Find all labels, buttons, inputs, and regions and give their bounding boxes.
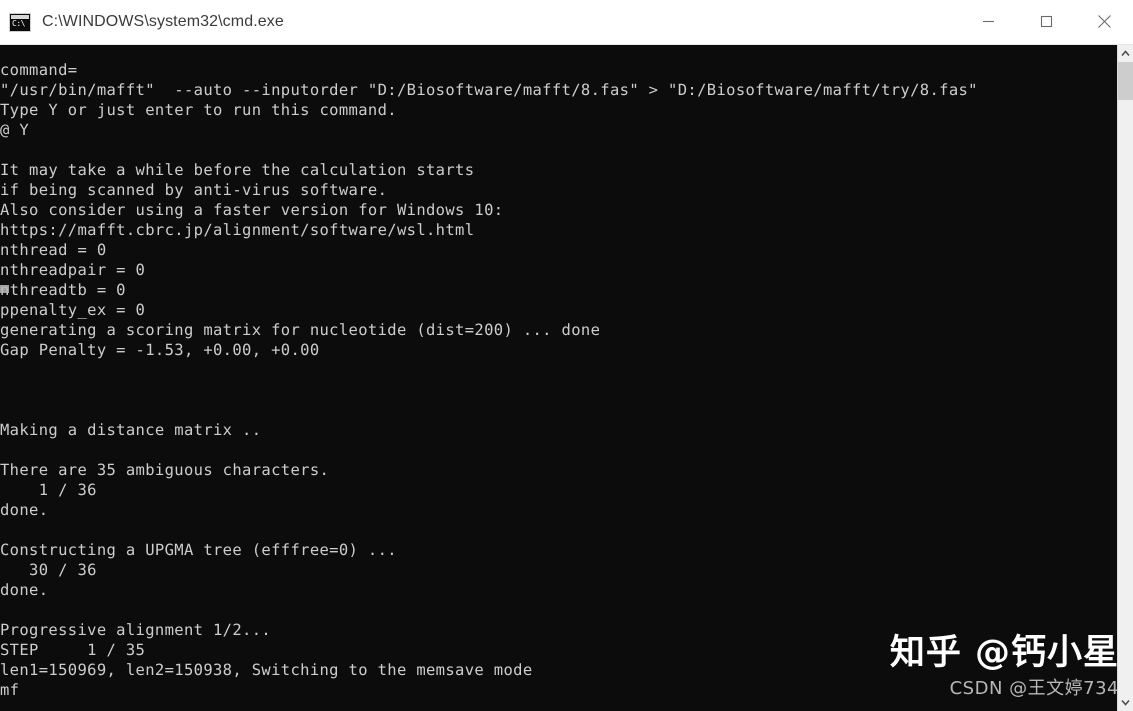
console-text: command= "/usr/bin/mafft" --auto --input… xyxy=(0,61,978,699)
cmd-window: C:\ C:\WINDOWS\system32\cmd.exe command=… xyxy=(0,0,1133,711)
scroll-down-button[interactable] xyxy=(1118,694,1133,711)
close-icon xyxy=(1097,15,1111,28)
text-cursor xyxy=(0,285,9,293)
window-title: C:\WINDOWS\system32\cmd.exe xyxy=(42,13,284,30)
cmd-icon-prompt-glyph: C:\ xyxy=(12,18,25,28)
scroll-thumb[interactable] xyxy=(1118,62,1133,100)
zhihu-watermark: 知乎 @钙小星 xyxy=(889,633,1119,673)
minimize-button[interactable] xyxy=(959,0,1017,44)
close-button[interactable] xyxy=(1075,0,1133,44)
maximize-icon xyxy=(1040,15,1052,28)
chevron-up-icon xyxy=(1121,50,1130,57)
csdn-watermark: CSDN @王文婷734 xyxy=(949,678,1119,699)
titlebar[interactable]: C:\ C:\WINDOWS\system32\cmd.exe xyxy=(0,0,1133,45)
titlebar-left: C:\ C:\WINDOWS\system32\cmd.exe xyxy=(0,12,959,32)
scroll-up-button[interactable] xyxy=(1118,45,1133,62)
console-output-area[interactable]: command= "/usr/bin/mafft" --auto --input… xyxy=(0,45,1117,711)
window-controls xyxy=(959,0,1133,45)
minimize-icon xyxy=(982,20,994,23)
maximize-button[interactable] xyxy=(1017,0,1075,44)
chevron-down-icon xyxy=(1121,699,1130,706)
vertical-scrollbar[interactable] xyxy=(1117,45,1133,711)
cmd-console-icon: C:\ xyxy=(9,12,31,32)
